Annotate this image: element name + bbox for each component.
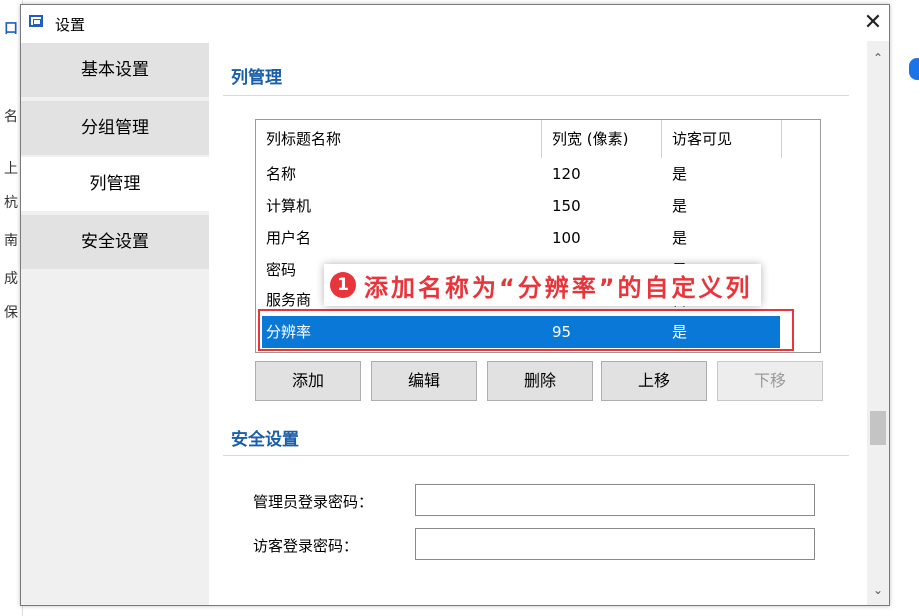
column-list-header: 列标题名称 列宽 (像素) 访客可见 xyxy=(256,120,820,158)
scroll-up-icon[interactable]: ⌃ xyxy=(867,47,889,69)
nav-item-label: 安全设置 xyxy=(81,232,149,252)
nav-item-label: 列管理 xyxy=(89,174,141,194)
edit-button[interactable]: 编辑 xyxy=(371,361,477,401)
cell-visible: 是 xyxy=(672,165,688,183)
admin-password-field[interactable] xyxy=(415,484,815,516)
cell-width: 100 xyxy=(552,229,581,247)
section-divider xyxy=(223,455,849,456)
background-char: 名 xyxy=(4,109,18,125)
cell-name: 计算机 xyxy=(266,197,312,215)
nav-item-basic-settings[interactable]: 基本设置 xyxy=(21,43,209,97)
scroll-down-icon[interactable]: ⌄ xyxy=(867,579,889,601)
security-settings-title: 安全设置 xyxy=(231,430,299,450)
table-row[interactable]: 计算机 150 是 xyxy=(256,190,782,222)
cell-visible: 是 xyxy=(672,229,688,247)
delete-button[interactable]: 删除 xyxy=(487,361,593,401)
move-down-button[interactable]: 下移 xyxy=(717,361,823,401)
background-app-blue-badge xyxy=(909,58,919,80)
header-column-title[interactable]: 列标题名称 xyxy=(256,120,542,158)
background-char: 成 xyxy=(4,271,18,287)
nav-item-security-settings[interactable]: 安全设置 xyxy=(21,215,209,269)
guest-password-field[interactable] xyxy=(415,528,815,560)
window-icon xyxy=(29,15,43,27)
admin-password-label: 管理员登录密码： xyxy=(253,493,374,511)
background-char: 上 xyxy=(4,161,18,177)
move-up-button[interactable]: 上移 xyxy=(601,361,707,401)
annotation-number: 1 xyxy=(330,272,356,298)
background-char: 保 xyxy=(4,305,18,321)
table-row[interactable]: 用户名 100 是 xyxy=(256,222,782,254)
background-char: 南 xyxy=(4,233,18,249)
column-list[interactable]: 列标题名称 列宽 (像素) 访客可见 名称 120 是 计算机 150 是 用户… xyxy=(255,119,821,353)
nav-item-group-management[interactable]: 分组管理 xyxy=(21,101,209,155)
table-row-selected[interactable]: 分辨率 95 是 xyxy=(262,316,780,348)
cell-name: 名称 xyxy=(266,165,297,183)
header-guest-visible[interactable]: 访客可见 xyxy=(662,120,782,158)
annotation-callout: 1 添加名称为“分辨率”的自定义列 xyxy=(324,264,761,306)
settings-nav: 基本设置 分组管理 列管理 安全设置 xyxy=(21,43,209,605)
background-char: 口 xyxy=(4,21,18,37)
cell-width: 150 xyxy=(552,197,581,215)
section-divider xyxy=(223,95,849,96)
cell-name: 用户名 xyxy=(266,229,312,247)
add-button[interactable]: 添加 xyxy=(255,361,361,401)
settings-content: 列管理 列标题名称 列宽 (像素) 访客可见 名称 120 是 计算机 150 … xyxy=(209,41,867,605)
vertical-scrollbar[interactable]: ⌃ ⌄ xyxy=(867,41,889,605)
nav-item-label: 分组管理 xyxy=(81,118,149,138)
title-bar: 设置 ✕ xyxy=(21,5,889,41)
cell-visible: 是 xyxy=(672,197,688,215)
cell-width: 120 xyxy=(552,165,581,183)
close-button[interactable]: ✕ xyxy=(855,9,891,37)
table-row[interactable]: 名称 120 是 xyxy=(256,158,782,190)
background-char: 杭 xyxy=(4,195,18,211)
header-column-width[interactable]: 列宽 (像素) xyxy=(542,120,662,158)
annotation-text: 添加名称为“分辨率”的自定义列 xyxy=(364,273,753,302)
scrollbar-thumb[interactable] xyxy=(870,411,886,445)
cell-visible: 是 xyxy=(672,323,688,341)
cell-name: 服务商 xyxy=(266,291,312,309)
cell-name: 密码 xyxy=(266,261,297,279)
dialog-title: 设置 xyxy=(55,16,86,34)
nav-item-column-management[interactable]: 列管理 xyxy=(21,157,209,211)
column-management-title: 列管理 xyxy=(231,68,282,88)
cell-width: 95 xyxy=(552,323,572,341)
cell-name: 分辨率 xyxy=(266,323,312,341)
nav-item-label: 基本设置 xyxy=(81,60,149,80)
guest-password-label: 访客登录密码： xyxy=(253,537,359,555)
